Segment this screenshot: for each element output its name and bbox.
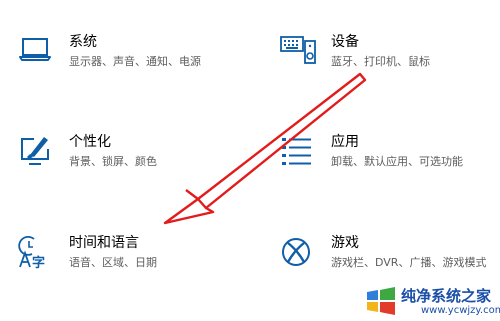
paint-monitor-icon xyxy=(18,133,54,169)
keyboard-speaker-icon xyxy=(280,33,316,69)
tile-title: 应用 xyxy=(331,134,359,150)
watermark-text: 纯净系统之家 xyxy=(401,287,492,305)
tile-title: 设备 xyxy=(331,34,359,50)
watermark-url: www.ycwjzy.com xyxy=(421,305,500,316)
settings-tile-personalization[interactable]: 个性化 背景、锁屏、颜色 xyxy=(18,133,233,183)
windows-logo-icon xyxy=(367,287,395,315)
laptop-icon xyxy=(18,33,54,69)
time-language-icon: 字 xyxy=(18,234,54,270)
app-list-icon xyxy=(280,133,316,169)
svg-text:字: 字 xyxy=(32,255,45,270)
tile-title: 系统 xyxy=(69,34,97,50)
settings-tile-time-language[interactable]: 字 时间和语言 语音、区域、日期 xyxy=(18,234,233,284)
tile-description: 蓝牙、打印机、鼠标 xyxy=(331,55,430,68)
settings-tile-gaming[interactable]: 游戏 游戏栏、DVR、广播、游戏模式 xyxy=(280,234,495,284)
watermark: 纯净系统之家 www.ycwjzy.com xyxy=(363,282,500,321)
xbox-icon xyxy=(280,234,316,270)
settings-tile-apps[interactable]: 应用 卸载、默认应用、可选功能 xyxy=(280,133,495,183)
tile-title: 游戏 xyxy=(331,235,359,251)
tile-description: 显示器、声音、通知、电源 xyxy=(69,55,201,68)
tile-description: 语音、区域、日期 xyxy=(69,256,157,269)
tile-title: 时间和语言 xyxy=(69,235,139,251)
tile-description: 背景、锁屏、颜色 xyxy=(69,155,157,168)
tile-title: 个性化 xyxy=(69,134,111,150)
tile-description: 游戏栏、DVR、广播、游戏模式 xyxy=(331,256,487,269)
settings-tile-system[interactable]: 系统 显示器、声音、通知、电源 xyxy=(18,33,233,83)
settings-tile-devices[interactable]: 设备 蓝牙、打印机、鼠标 xyxy=(280,33,495,83)
tile-description: 卸载、默认应用、可选功能 xyxy=(331,155,463,168)
